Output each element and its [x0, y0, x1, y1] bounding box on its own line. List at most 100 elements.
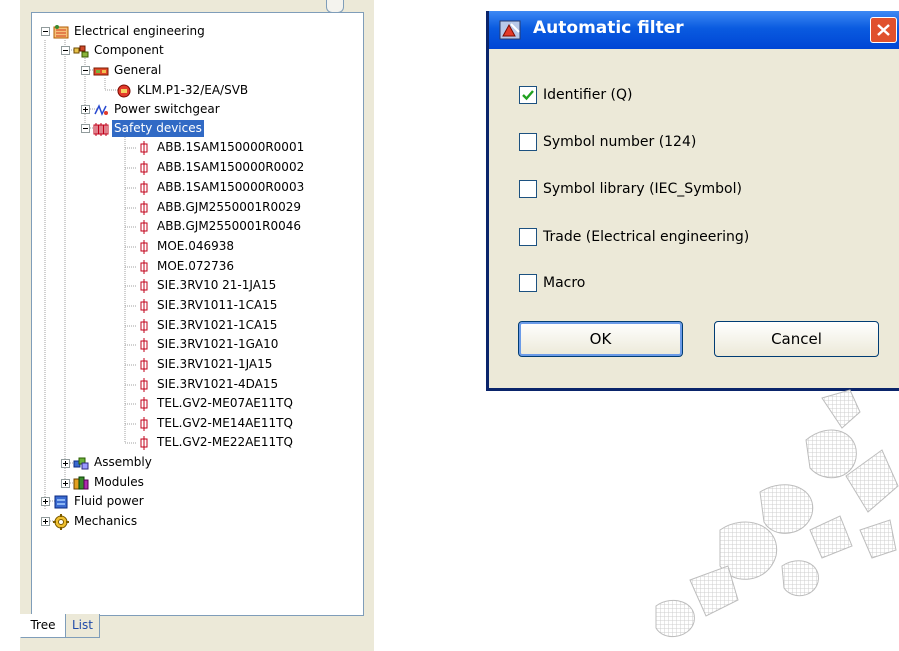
tree-node-fuse[interactable]: TEL.GV2-ME22AE11TQ: [136, 434, 295, 452]
power-switchgear-icon: [94, 104, 108, 116]
tree-node-fuse[interactable]: ABB.1SAM150000R0003: [136, 179, 306, 197]
general-icon: [93, 67, 109, 76]
tree-node-label: ABB.1SAM150000R0002: [157, 160, 305, 174]
expand-toggle-fluid-power[interactable]: [41, 497, 50, 506]
tree-node-label: TEL.GV2-ME22AE11TQ: [157, 435, 293, 449]
fuse-icon: [140, 319, 148, 333]
tree-node-fuse[interactable]: SIE.3RV1021-4DA15: [136, 376, 280, 394]
fuse-icon: [140, 378, 148, 392]
tree-node-fluid-power[interactable]: Fluid power: [53, 493, 146, 511]
expand-toggle-assembly[interactable]: [61, 459, 70, 468]
tree-node-klm[interactable]: KLM.P1-32/EA/SVB: [116, 82, 250, 100]
tree-node-mechanics[interactable]: Mechanics: [53, 513, 139, 531]
tab-tree[interactable]: Tree: [20, 614, 65, 638]
collapse-toggle-safety-devices[interactable]: [81, 124, 90, 133]
trade-checkbox[interactable]: [519, 228, 537, 246]
fuse-icon: [140, 397, 148, 411]
fuse-icon: [140, 417, 148, 431]
tree-node-label: Component: [94, 43, 164, 57]
tree-node-label: SIE.3RV1011-1CA15: [157, 298, 278, 312]
tree-node-fuse[interactable]: MOE.046938: [136, 238, 236, 256]
tree-node-label: SIE.3RV1021-1JA15: [157, 357, 273, 371]
fuse-icon: [140, 220, 148, 234]
fuse-icon: [140, 436, 148, 450]
app-icon: [499, 20, 521, 40]
fuse-icon: [140, 338, 148, 352]
tree-node-electrical-engineering[interactable]: Electrical engineering: [53, 23, 207, 41]
expand-toggle-power-switchgear[interactable]: [81, 105, 90, 114]
ok-button[interactable]: OK: [518, 321, 683, 357]
symbol-number-checkbox[interactable]: [519, 133, 537, 151]
tree-node-label: ABB.1SAM150000R0003: [157, 180, 305, 194]
fluid-power-icon: [54, 495, 68, 509]
tree-node-label: ABB.GJM2550001R0046: [157, 219, 301, 233]
automatic-filter-dialog: Automatic filter Identifier (Q) Symbol n…: [486, 11, 899, 391]
tree-node-power-switchgear[interactable]: Power switchgear: [93, 101, 222, 119]
identifier-checkbox[interactable]: [519, 86, 537, 104]
component-icon: [73, 45, 89, 58]
tree-node-general[interactable]: General: [93, 62, 163, 80]
option-label: Symbol number (124): [543, 134, 697, 150]
tree-node-label: TEL.GV2-ME07AE11TQ: [157, 396, 293, 410]
collapse-toggle-component[interactable]: [61, 46, 70, 55]
tree-node-label: ABB.GJM2550001R0029: [157, 200, 301, 214]
expand-toggle-mechanics[interactable]: [41, 517, 50, 526]
tree-node-fuse[interactable]: SIE.3RV1021-1JA15: [136, 356, 274, 374]
fuse-icon: [140, 279, 148, 293]
tab-strip: Tree List: [20, 614, 374, 651]
option-label: Symbol library (IEC_Symbol): [543, 181, 742, 197]
expand-toggle-modules[interactable]: [61, 479, 70, 488]
tree-node-label: SIE.3RV1021-1CA15: [157, 318, 278, 332]
dialog-titlebar[interactable]: Automatic filter: [489, 11, 899, 49]
collapse-toggle-general[interactable]: [81, 66, 90, 75]
tree-node-fuse[interactable]: ABB.1SAM150000R0001: [136, 139, 306, 157]
tree-node-fuse[interactable]: TEL.GV2-ME07AE11TQ: [136, 395, 295, 413]
tree-node-label: Mechanics: [74, 514, 138, 528]
fuse-icon: [140, 358, 148, 372]
tree-node-label: Safety devices: [112, 120, 204, 137]
watermark: [655, 389, 899, 637]
tree-node-fuse[interactable]: SIE.3RV1021-1CA15: [136, 317, 279, 335]
fuse-icon: [140, 181, 148, 195]
macro-checkbox[interactable]: [519, 274, 537, 292]
tree-node-label: Power switchgear: [114, 102, 220, 116]
tree-node-fuse[interactable]: SIE.3RV10 21-1JA15: [136, 277, 278, 295]
tree-node-label: SIE.3RV1021-4DA15: [157, 377, 279, 391]
tree-node-label: TEL.GV2-ME14AE11TQ: [157, 416, 293, 430]
fuse-icon: [140, 161, 148, 175]
device-icon: [117, 84, 131, 98]
tree-node-label: ABB.1SAM150000R0001: [157, 140, 305, 154]
close-button[interactable]: [870, 17, 897, 43]
tree-node-label: Electrical engineering: [74, 24, 205, 38]
tree-node-modules[interactable]: Modules: [73, 474, 146, 492]
tree-node-fuse[interactable]: SIE.3RV1011-1CA15: [136, 297, 279, 315]
tree-node-label: SIE.3RV10 21-1JA15: [157, 278, 277, 292]
tree-node-fuse[interactable]: ABB.GJM2550001R0029: [136, 199, 303, 217]
safety-devices-icon: [93, 123, 109, 136]
dialog-title: Automatic filter: [533, 18, 684, 38]
tree-node-fuse[interactable]: SIE.3RV1021-1GA10: [136, 336, 280, 354]
tree-node-label: MOE.046938: [157, 239, 235, 253]
tree-node-assembly[interactable]: Assembly: [73, 454, 154, 472]
tree-node-safety-devices[interactable]: Safety devices: [93, 120, 204, 138]
option-label: Trade (Electrical engineering): [543, 229, 750, 245]
tree-node-fuse[interactable]: ABB.GJM2550001R0046: [136, 218, 303, 236]
symbol-library-checkbox[interactable]: [519, 180, 537, 198]
fuse-icon: [140, 141, 148, 155]
fuse-icon: [140, 260, 148, 274]
tree-node-label: Fluid power: [74, 494, 144, 508]
tree-node-label: Assembly: [94, 455, 152, 469]
collapse-toggle-electrical[interactable]: [41, 27, 50, 36]
tree-node-fuse[interactable]: ABB.1SAM150000R0002: [136, 159, 306, 177]
fuse-icon: [140, 201, 148, 215]
tree-node-fuse[interactable]: MOE.072736: [136, 258, 236, 276]
option-label: Identifier (Q): [543, 87, 633, 103]
tree-view[interactable]: Electrical engineering Component General…: [31, 12, 364, 616]
option-label: Macro: [543, 275, 586, 291]
tree-node-component[interactable]: Component: [73, 42, 166, 60]
cancel-button[interactable]: Cancel: [714, 321, 879, 357]
close-icon: [877, 24, 890, 36]
tab-list[interactable]: List: [65, 614, 100, 638]
fuse-icon: [140, 299, 148, 313]
tree-node-fuse[interactable]: TEL.GV2-ME14AE11TQ: [136, 415, 295, 433]
